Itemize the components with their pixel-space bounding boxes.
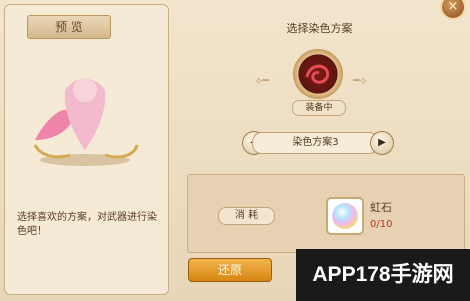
preview-tab: 预 览 <box>27 15 111 39</box>
dye-scheme-icon[interactable] <box>293 49 343 99</box>
consume-label: 消 耗 <box>218 207 275 225</box>
item-count: 0/10 <box>370 219 393 230</box>
consume-panel: 消 耗 虹石 0/10 <box>187 174 465 253</box>
equipped-badge: 装备中 <box>292 100 346 116</box>
item-name: 虹石 <box>370 201 392 214</box>
right-ornament-icon: ━⟡ <box>353 74 367 87</box>
character-preview-image <box>33 78 139 166</box>
next-scheme-button[interactable]: ▶ <box>370 131 394 155</box>
preview-description: 选择喜欢的方案，对武器进行染色吧！ <box>17 212 157 237</box>
dye-scheme-selector[interactable]: 染色方案3 <box>252 132 379 154</box>
left-ornament-icon: ⟡━ <box>255 74 269 87</box>
restore-button[interactable]: 还原 <box>188 258 272 282</box>
dye-swirl-icon <box>305 64 330 84</box>
dye-scheme-title: 选择染色方案 <box>286 22 353 35</box>
rainbow-stone-slot[interactable] <box>326 197 364 235</box>
watermark-logo: APP178手游网 <box>296 249 470 301</box>
rainbow-stone-icon <box>332 203 358 229</box>
preview-panel: 预 览 选择喜欢的方案，对武器进行染色吧！ <box>4 4 169 295</box>
